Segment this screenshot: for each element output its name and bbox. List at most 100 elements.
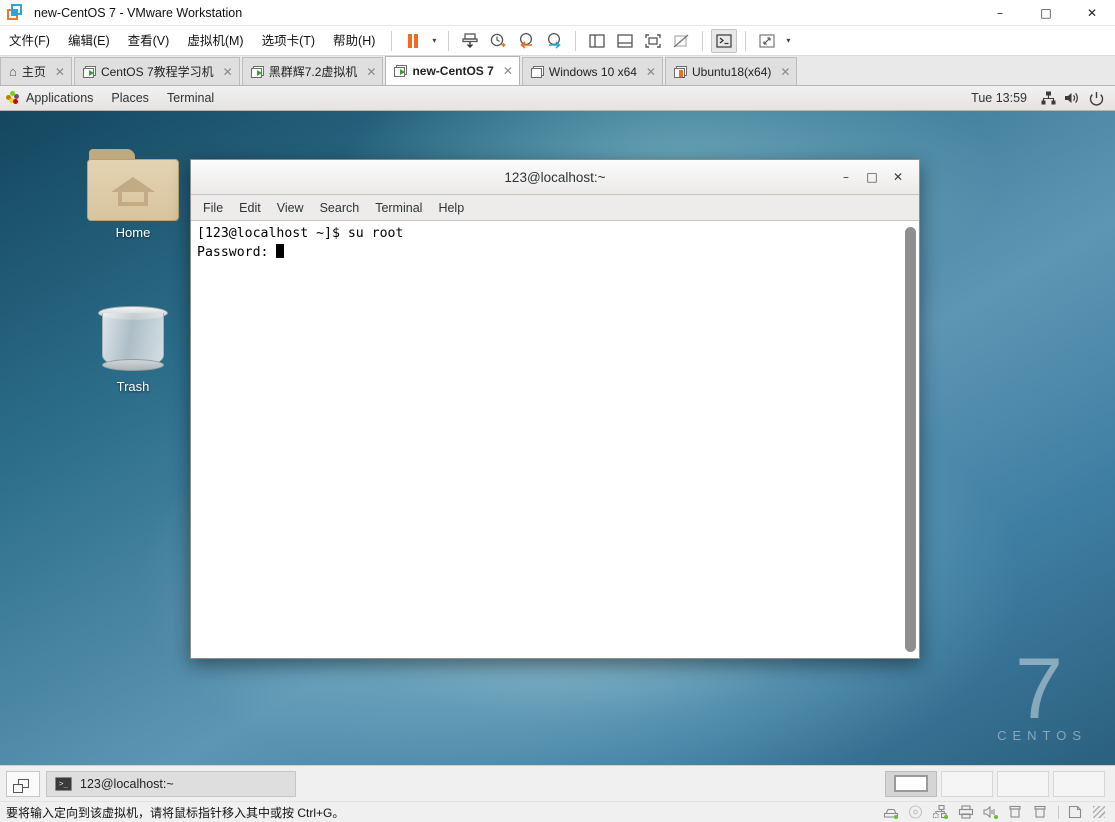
terminal-maximize-button[interactable]: □	[865, 170, 879, 184]
workspace-4-button[interactable]	[1053, 770, 1105, 797]
menu-terminal[interactable]: Terminal	[158, 86, 223, 111]
revert-snapshot-button[interactable]	[513, 29, 539, 53]
home-icon: ⌂	[9, 64, 17, 79]
close-button[interactable]: ✕	[1069, 0, 1115, 26]
tab-close-icon[interactable]: ✕	[646, 65, 656, 79]
show-thumbnail-bar-button[interactable]	[612, 29, 638, 53]
terminal-menu-file[interactable]: File	[195, 195, 231, 221]
snapshot-manager-button[interactable]	[541, 29, 567, 53]
taskbar-item-terminal[interactable]: >_ 123@localhost:~	[46, 770, 296, 797]
desktop-icon-label: Home	[115, 225, 151, 240]
taskbar-tray	[885, 770, 1109, 797]
network-icon[interactable]	[1037, 87, 1059, 109]
show-desktop-button[interactable]	[6, 770, 40, 797]
usb2-icon[interactable]	[1033, 805, 1049, 819]
terminal-line-password: Password:	[197, 243, 285, 262]
display-icon[interactable]	[1068, 805, 1084, 819]
vm-tab-strip: ⌂ 主页 ✕ CentOS 7教程学习机 ✕ 黑群辉7.2虚拟机 ✕ new-C…	[0, 56, 1115, 86]
minimize-button[interactable]: –	[977, 0, 1023, 26]
gnome-terminal-window[interactable]: 123@localhost:~ – □ ✕ File Edit View Sea…	[190, 159, 920, 659]
guest-screen[interactable]: Applications Places Terminal Tue 13:59 H…	[0, 86, 1115, 765]
vm-suspended-icon	[673, 65, 687, 78]
password-prompt-text: Password:	[197, 244, 277, 260]
workspace-1-button[interactable]	[885, 770, 937, 797]
power-icon[interactable]	[1085, 87, 1107, 109]
desktop-icon-home[interactable]: Home	[78, 149, 188, 240]
terminal-output-area[interactable]: [123@localhost ~]$ su root Password:	[191, 221, 919, 658]
maximize-button[interactable]: □	[1023, 0, 1069, 26]
fullscreen-button[interactable]	[640, 29, 666, 53]
home-folder-icon	[87, 149, 179, 221]
terminal-titlebar: 123@localhost:~ – □ ✕	[191, 160, 919, 195]
stretch-guest-button[interactable]	[754, 29, 780, 53]
unity-mode-button[interactable]	[668, 29, 694, 53]
chevron-down-icon[interactable]: ▾	[781, 36, 795, 45]
tab-centos7-tutorial[interactable]: CentOS 7教程学习机 ✕	[73, 57, 240, 85]
menu-file[interactable]: 文件(F)	[0, 26, 59, 56]
terminal-menubar: File Edit View Search Terminal Help	[191, 195, 919, 221]
terminal-menu-edit[interactable]: Edit	[231, 195, 269, 221]
vm-running-icon	[250, 65, 264, 78]
show-sidebar-button[interactable]	[584, 29, 610, 53]
vm-running-icon	[82, 65, 96, 78]
window-controls: – □ ✕	[977, 0, 1115, 26]
taskbar-item-label: 123@localhost:~	[80, 776, 174, 791]
terminal-scrollbar[interactable]	[905, 227, 916, 652]
desktop-icon-label: Trash	[116, 379, 150, 394]
toolbar-separator	[702, 30, 704, 51]
vm-poweroff-icon	[530, 65, 544, 78]
vmware-taskbar: >_ 123@localhost:~	[0, 765, 1115, 801]
tab-close-icon[interactable]: ✕	[780, 65, 790, 79]
menu-edit[interactable]: 编辑(E)	[59, 26, 119, 56]
terminal-menu-help[interactable]: Help	[430, 195, 472, 221]
toolbar-separator	[745, 30, 747, 51]
applications-menu-icon	[6, 91, 20, 105]
network-adapter-icon[interactable]	[932, 804, 949, 819]
take-snapshot-button[interactable]	[485, 29, 511, 53]
tab-ubuntu18-x64[interactable]: Ubuntu18(x64) ✕	[664, 57, 798, 85]
workspace-2-button[interactable]	[941, 770, 993, 797]
toolbar-separator	[575, 30, 577, 51]
harddisk-icon[interactable]	[883, 805, 899, 819]
console-view-button[interactable]	[711, 28, 738, 53]
status-device-icons	[883, 804, 1109, 819]
cdrom-icon[interactable]	[908, 805, 924, 819]
terminal-window-controls: – □ ✕	[839, 170, 919, 184]
terminal-menu-search[interactable]: Search	[312, 195, 368, 221]
gnome-desktop[interactable]: Home Trash 7 CENTOS 123@localhost:~ – □	[0, 111, 1115, 765]
tab-windows10-x64[interactable]: Windows 10 x64 ✕	[521, 57, 663, 85]
tab-close-icon[interactable]: ✕	[503, 64, 513, 78]
clock[interactable]: Tue 13:59	[963, 91, 1035, 105]
snapshot-button[interactable]	[457, 29, 483, 53]
tab-close-icon[interactable]: ✕	[223, 65, 233, 79]
tab-new-centos7[interactable]: new-CentOS 7 ✕	[385, 56, 520, 85]
chevron-down-icon[interactable]: ▾	[427, 36, 441, 45]
tab-label: Ubuntu18(x64)	[691, 64, 772, 79]
terminal-icon: >_	[55, 776, 72, 791]
tab-close-icon[interactable]: ✕	[55, 65, 65, 79]
tab-home[interactable]: ⌂ 主页 ✕	[0, 57, 72, 85]
volume-icon[interactable]	[1061, 87, 1083, 109]
tab-close-icon[interactable]: ✕	[366, 65, 376, 79]
menu-vm[interactable]: 虚拟机(M)	[178, 26, 252, 56]
tab-xpenology72[interactable]: 黑群辉7.2虚拟机 ✕	[241, 57, 384, 85]
scrollbar-thumb[interactable]	[905, 227, 916, 652]
suspend-button[interactable]	[400, 29, 426, 53]
terminal-close-button[interactable]: ✕	[891, 170, 905, 184]
status-separator	[1058, 805, 1059, 819]
menu-tabs[interactable]: 选项卡(T)	[253, 26, 324, 56]
workspace-3-button[interactable]	[997, 770, 1049, 797]
terminal-menu-view[interactable]: View	[269, 195, 312, 221]
usb-icon[interactable]	[1008, 805, 1024, 819]
terminal-minimize-button[interactable]: –	[839, 170, 853, 184]
terminal-menu-terminal[interactable]: Terminal	[367, 195, 430, 221]
printer-icon[interactable]	[958, 805, 974, 819]
desktop-icon-trash[interactable]: Trash	[78, 301, 188, 394]
sound-icon[interactable]	[983, 805, 999, 819]
resize-grip[interactable]	[1093, 806, 1105, 818]
menu-help[interactable]: 帮助(H)	[324, 26, 384, 56]
menu-applications[interactable]: Applications	[17, 86, 102, 111]
menu-places[interactable]: Places	[102, 86, 158, 111]
toolbar-separator	[448, 30, 450, 51]
menu-view[interactable]: 查看(V)	[119, 26, 179, 56]
